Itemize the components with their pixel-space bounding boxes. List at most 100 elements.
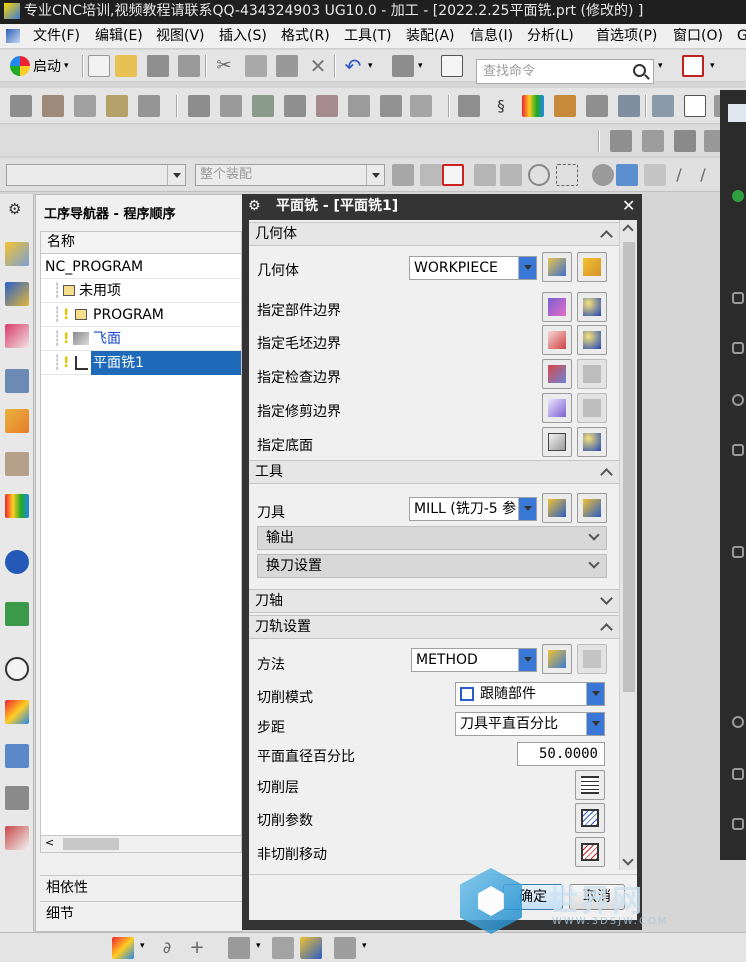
chain-icon[interactable]: ∂ [156, 937, 178, 959]
non-cutting-moves-button[interactable] [575, 837, 605, 867]
menu-assembly[interactable]: 装配(A) [406, 27, 455, 46]
list-toolpath-icon[interactable] [252, 95, 274, 117]
rectangle-select-icon[interactable] [556, 164, 578, 186]
menu-edit[interactable]: 编辑(E) [95, 27, 143, 46]
feed-speed-icon[interactable] [458, 95, 480, 117]
tool-axis-section-header[interactable]: 刀轴 [249, 589, 619, 613]
report-icon[interactable] [684, 95, 706, 117]
command-search-input[interactable]: 查找命令 [476, 59, 654, 84]
create-tool-icon[interactable] [42, 95, 64, 117]
repeat-dropdown-icon[interactable]: ▾ [418, 61, 423, 71]
cross-hair-icon[interactable] [474, 164, 496, 186]
menu-insert[interactable]: 插入(S) [219, 27, 267, 46]
menu-preferences[interactable]: 首选项(P) [596, 27, 657, 46]
web-browser-icon[interactable] [5, 602, 29, 626]
filter-assembly-icon[interactable] [392, 164, 414, 186]
side-tool-icon[interactable] [732, 716, 744, 728]
reuse-library-icon[interactable] [5, 452, 29, 476]
dependencies-panel[interactable]: 相依性 [40, 875, 242, 899]
verify-toolpath-icon[interactable] [284, 95, 306, 117]
delete-icon[interactable]: ✕ [307, 55, 329, 77]
snap-point-icon[interactable] [420, 164, 442, 186]
tree-row-selected[interactable]: ┊ ! 平面铣1 [41, 351, 241, 375]
cut-levels-button[interactable] [575, 770, 605, 800]
blank-display-icon[interactable] [334, 937, 356, 959]
menu-view[interactable]: 视图(V) [156, 27, 205, 46]
crosshair-icon[interactable]: + [186, 937, 208, 959]
new-geometry-button[interactable] [542, 252, 572, 282]
app-menu-icon[interactable] [6, 29, 20, 43]
palette-manager-icon[interactable] [5, 826, 29, 850]
tool-path-filter-icon[interactable] [652, 95, 674, 117]
geometry-select[interactable]: WORKPIECE [409, 256, 537, 280]
display-floor-button[interactable] [577, 427, 607, 457]
undo-dropdown-icon[interactable]: ▾ [368, 61, 373, 71]
display-part-boundary-button[interactable] [577, 292, 607, 322]
tree-row[interactable]: ┊ 未用项 [41, 279, 241, 303]
menu-tools[interactable]: 工具(T) [344, 27, 391, 46]
scroll-thumb[interactable] [623, 242, 635, 692]
start-button[interactable]: 启动 ▾ [10, 55, 69, 77]
snap-line-icon[interactable]: / [668, 164, 690, 186]
tool-display-icon[interactable] [228, 937, 250, 959]
floor-plane-button[interactable] [542, 427, 572, 457]
chevron-down-icon[interactable]: ▾ [256, 941, 261, 951]
blank-boundary-button[interactable] [542, 325, 572, 355]
side-tool-icon[interactable] [732, 444, 744, 456]
save-icon[interactable] [147, 55, 169, 77]
color-display-icon[interactable] [522, 95, 544, 117]
dialog-vertical-scrollbar[interactable] [619, 220, 637, 870]
menu-window[interactable]: 窗口(O) [673, 27, 723, 46]
paste-icon[interactable] [276, 55, 298, 77]
feature-group-icon[interactable] [610, 130, 632, 152]
side-tool-icon[interactable] [732, 546, 744, 558]
generate-toolpath-icon[interactable] [188, 95, 210, 117]
edit-geometry-button[interactable] [577, 252, 607, 282]
info-icon[interactable] [5, 550, 29, 574]
create-program-icon[interactable] [10, 95, 32, 117]
path-settings-section-header[interactable]: 刀轨设置 [249, 615, 619, 639]
close-icon[interactable]: ✕ [622, 194, 635, 218]
search-dropdown-icon[interactable]: ▾ [658, 61, 663, 71]
tool-holder-icon[interactable] [272, 937, 294, 959]
type-filter-select[interactable] [6, 164, 186, 186]
stepover-select[interactable]: 刀具平直百分比 [455, 712, 605, 736]
ipw-icon[interactable] [300, 937, 322, 959]
side-tool-icon[interactable] [732, 394, 744, 406]
tree-row[interactable]: NC_PROGRAM [41, 255, 241, 279]
output-cls-icon[interactable] [410, 95, 432, 117]
stack-icon[interactable] [674, 130, 696, 152]
cut-parameters-button[interactable] [575, 803, 605, 833]
display-trim-boundary-button[interactable] [577, 393, 607, 423]
menu-analysis[interactable]: 分析(L) [527, 27, 574, 46]
dialog-title-bar[interactable]: ⚙ 平面铣 - [平面铣1] ✕ [242, 194, 642, 218]
replay-toolpath-icon[interactable] [220, 95, 242, 117]
shaded-body-icon[interactable] [592, 164, 614, 186]
history-clock-icon[interactable] [5, 657, 29, 681]
menu-format[interactable]: 格式(R) [281, 27, 330, 46]
machining-knowledge-icon[interactable] [5, 786, 29, 810]
command-finder-icon[interactable] [441, 55, 463, 77]
roles-icon[interactable] [5, 700, 29, 724]
system-materials-icon[interactable] [5, 744, 29, 768]
horizontal-scrollbar[interactable]: < [40, 835, 242, 853]
search-icon[interactable] [633, 64, 646, 77]
side-tool-icon[interactable] [732, 292, 744, 304]
trim-boundary-button[interactable] [542, 393, 572, 423]
sequence-icon[interactable]: § [490, 95, 512, 117]
postprocess-icon[interactable] [348, 95, 370, 117]
repeat-command-icon[interactable] [392, 55, 414, 77]
undo-icon[interactable]: ↶ [342, 55, 364, 77]
tree-row[interactable]: ┊ ! 飞面 [41, 327, 241, 351]
side-tool-icon[interactable] [732, 768, 744, 780]
display-toolpath-icon[interactable] [112, 937, 134, 959]
snap-endpoint-icon[interactable] [644, 164, 666, 186]
menu-info[interactable]: 信息(I) [470, 27, 513, 46]
display-check-boundary-button[interactable] [577, 359, 607, 389]
new-tool-button[interactable] [542, 493, 572, 523]
menu-more[interactable]: G [737, 27, 746, 46]
view-dropdown-icon[interactable]: ▾ [710, 61, 715, 71]
part-boundary-button[interactable] [542, 292, 572, 322]
new-method-button[interactable] [542, 644, 572, 674]
operation-navigator-icon[interactable] [5, 242, 29, 266]
